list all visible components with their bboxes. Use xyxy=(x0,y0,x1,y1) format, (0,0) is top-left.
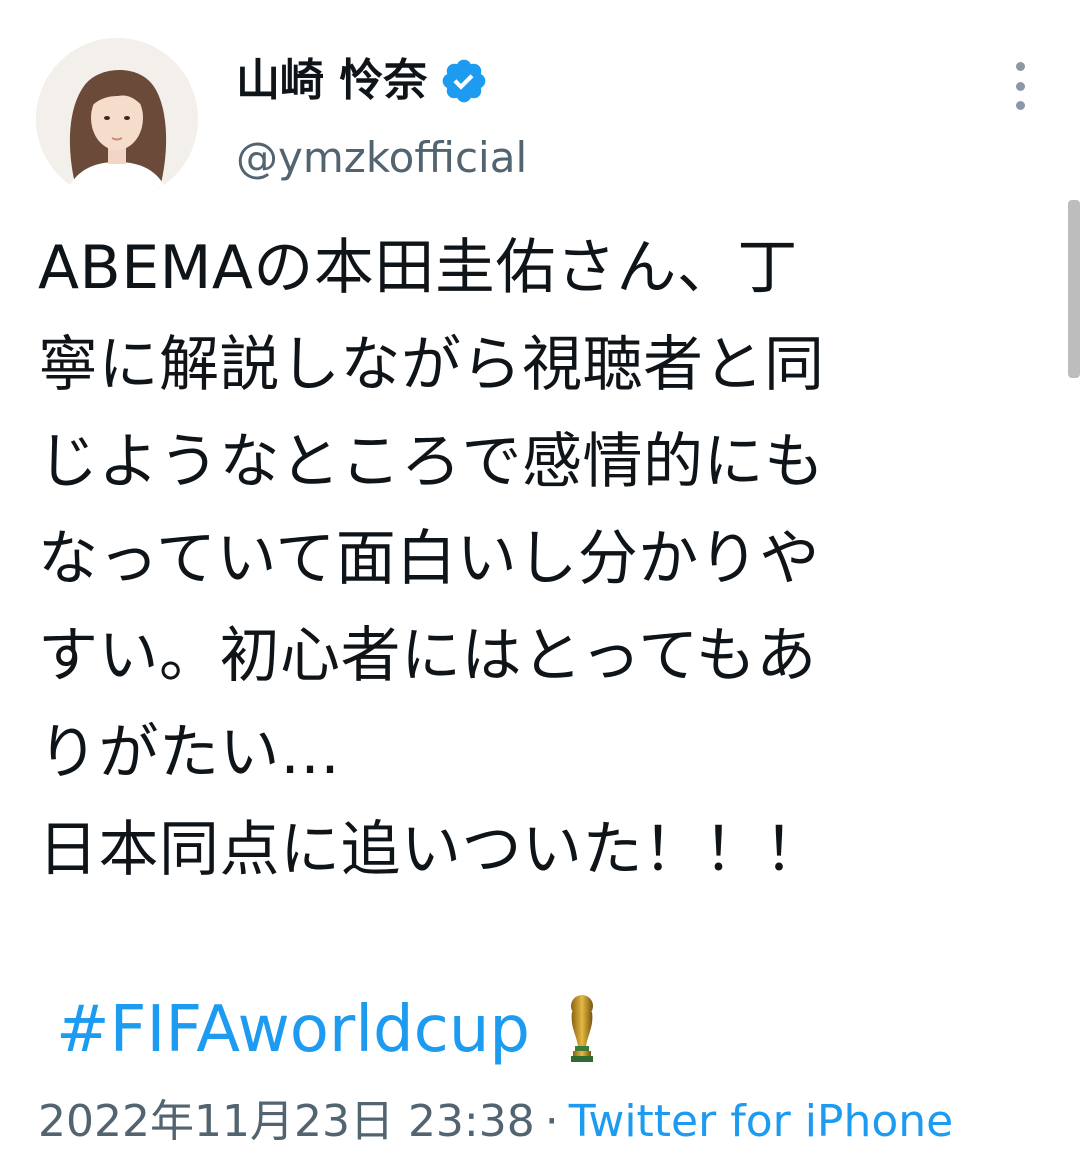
source-link[interactable]: Twitter for iPhone xyxy=(569,1096,953,1147)
hashtag-line: #FIFAworldcup xyxy=(56,988,604,1072)
trophy-icon xyxy=(560,994,604,1066)
timestamp[interactable]: 2022年11月23日 23:38 xyxy=(38,1096,535,1147)
author-handle[interactable]: @ymzkofficial xyxy=(236,130,527,186)
more-options-icon[interactable] xyxy=(1006,62,1034,110)
tweet-text: ABEMAの本田圭佑さん、丁 寧に解説しながら視聴者と同 じようなところで感情的… xyxy=(38,233,825,885)
avatar[interactable] xyxy=(36,38,198,200)
more-dot xyxy=(1015,101,1025,110)
author-display-name[interactable]: 山崎 怜奈 xyxy=(236,50,489,112)
more-dot xyxy=(1015,62,1025,71)
meta-separator: · xyxy=(544,1096,559,1147)
verified-badge-icon xyxy=(439,56,489,106)
more-dot xyxy=(1015,81,1025,91)
scrollbar[interactable] xyxy=(1068,200,1080,378)
display-name-text: 山崎 怜奈 xyxy=(236,55,428,106)
tweet-meta: 2022年11月23日 23:38 · Twitter for iPhone xyxy=(38,1092,953,1152)
profile-photo xyxy=(36,38,198,200)
hashtag-link[interactable]: #FIFAworldcup xyxy=(56,993,530,1067)
